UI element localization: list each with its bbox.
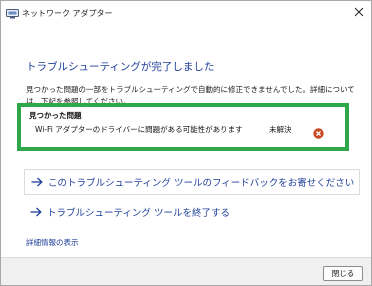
exit-troubleshooter-link[interactable]: トラブルシューティング ツールを終了する: [24, 200, 360, 224]
problem-description: Wi-Fi アダプターのドライバーに問題がある可能性があります: [35, 125, 243, 134]
error-x-icon: [313, 124, 324, 139]
network-adapter-icon: [5, 6, 19, 20]
feedback-link-label: このトラブルシューティング ツールのフィードバックをお寄せください: [48, 178, 355, 189]
problem-status: 未解決: [269, 125, 292, 134]
arrow-right-icon: [31, 176, 45, 188]
window-title: ネットワーク アダプター: [22, 9, 113, 18]
title-bar: ネットワーク アダプター: [1, 1, 371, 27]
problem-row[interactable]: Wi-Fi アダプターのドライバーに問題がある可能性があります 未解決: [23, 123, 341, 139]
close-icon[interactable]: [351, 4, 367, 20]
arrow-right-icon: [30, 206, 44, 218]
exit-link-label: トラブルシューティング ツールを終了する: [47, 208, 230, 219]
dialog-footer: 閉じる: [1, 257, 371, 285]
problems-found-panel: 見つかった問題 Wi-Fi アダプターのドライバーに問題がある可能性があります …: [23, 108, 341, 146]
view-details-link[interactable]: 詳細情報の表示: [26, 237, 79, 248]
troubleshooter-window: ネットワーク アダプター トラブルシューティングが完了しました 見つかった問題の…: [0, 0, 372, 286]
page-heading: トラブルシューティングが完了しました: [26, 61, 215, 73]
feedback-link[interactable]: このトラブルシューティング ツールのフィードバックをお寄せください: [24, 169, 360, 195]
problems-found-title: 見つかった問題: [29, 111, 82, 120]
close-button[interactable]: 閉じる: [323, 266, 363, 281]
